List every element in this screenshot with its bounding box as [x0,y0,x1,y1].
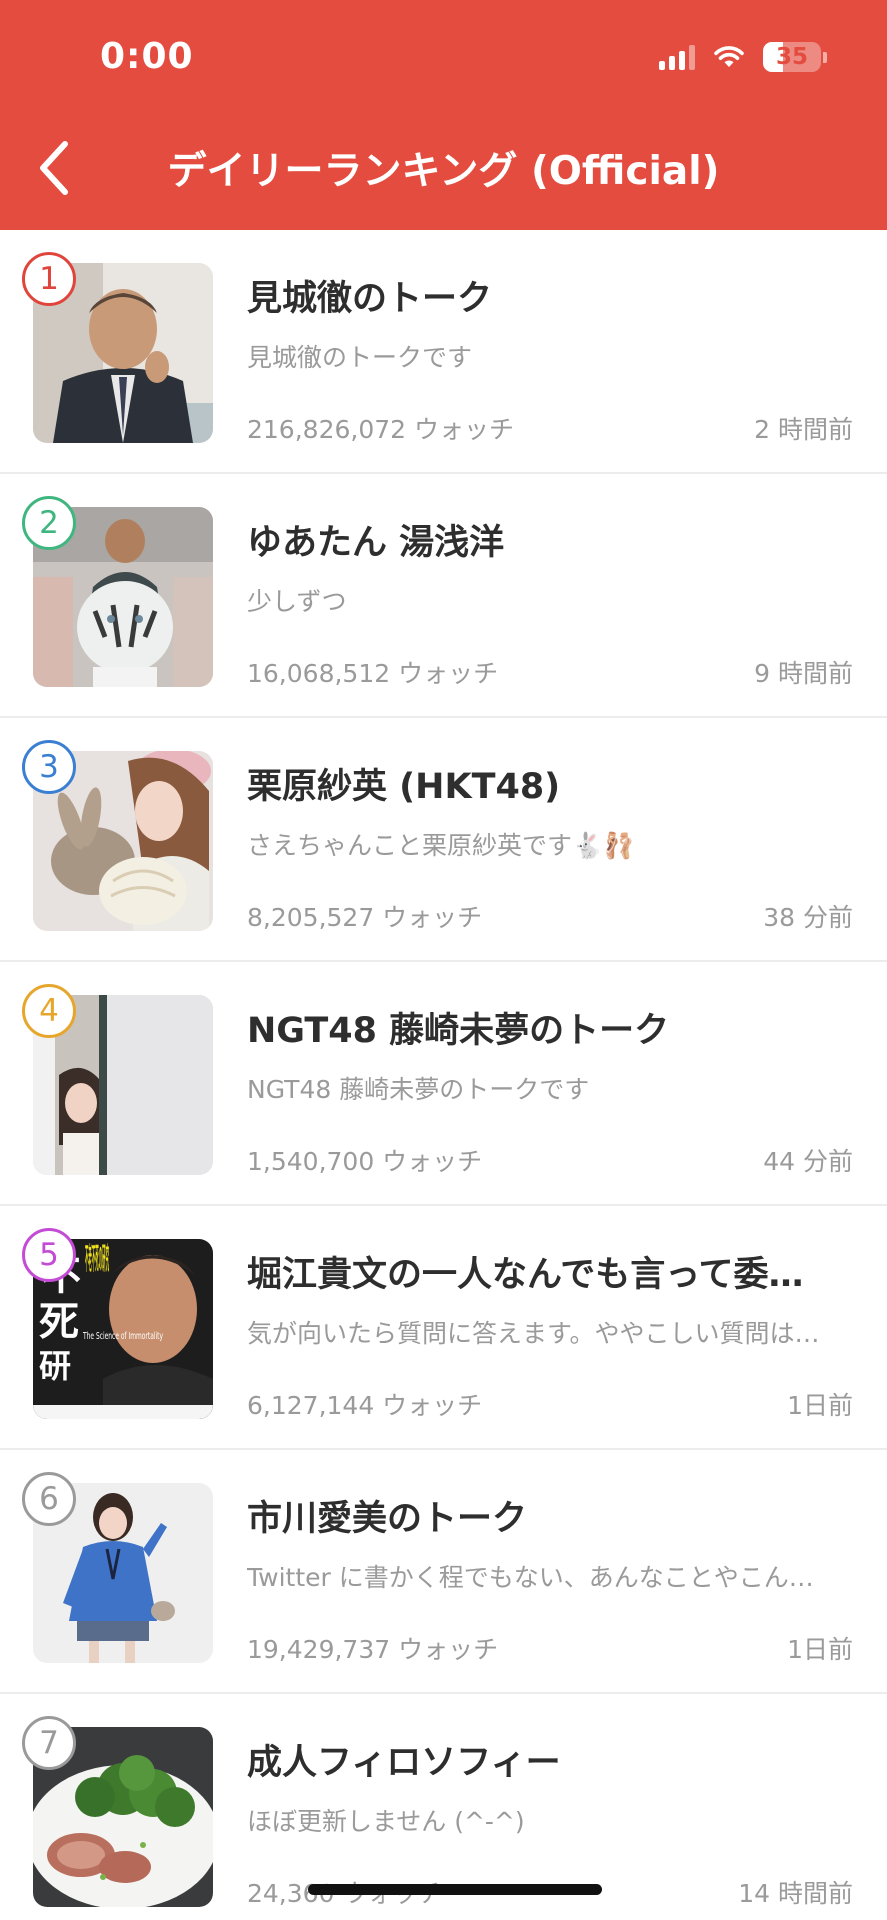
item-title: 市川愛美のトーク [247,1499,528,1539]
svg-text:研: 研 [39,1347,71,1385]
watch-count: 6,127,144 ウォッチ [247,1391,483,1420]
rank-badge: 5 [22,1228,76,1282]
item-description: Twitter に書かく程でもない、あんなことやこん… [247,1563,814,1592]
cellular-signal-icon [659,44,695,70]
updated-time: 38 分前 [763,903,853,932]
item-description: 気が向いたら質問に答えます。ややこしい質問は… [247,1319,820,1348]
rank-badge: 6 [22,1472,76,1526]
watch-count: 1,540,700 ウォッチ [247,1147,483,1176]
updated-time: 1日前 [787,1635,853,1664]
ranking-item[interactable]: 2 ゆあたん 湯浅洋 少しずつ 16,068,512 ウォッチ 9 時間前 [0,474,887,718]
status-time: 0:00 [100,36,194,77]
rank-badge: 4 [22,984,76,1038]
item-description: NGT48 藤崎未夢のトークです [247,1075,590,1104]
item-title: ゆあたん 湯浅洋 [247,523,505,563]
item-title: 堀江貴文の一人なんでも言って委… [247,1255,804,1295]
ranking-item[interactable]: 不老不死の研究 不 死 研 The Science of Immortality… [0,1206,887,1450]
app-header: 0:00 35 デイリーランキング (Official) [0,0,887,230]
watch-count: 16,068,512 ウォッチ [247,659,499,688]
updated-time: 14 時間前 [738,1879,853,1908]
book-title-accent: 不老不死の研究 [85,1242,109,1277]
item-description: 見城徹のトークです [247,343,473,372]
rank-badge: 7 [22,1716,76,1770]
wifi-icon [714,46,744,67]
item-title: NGT48 藤崎未夢のトーク [247,1011,670,1051]
watch-count: 216,826,072 ウォッチ [247,415,514,444]
battery-percentage: 35 [775,44,808,70]
item-description: 少しずつ [247,587,347,616]
svg-text:死: 死 [39,1298,79,1345]
item-description: ほぼ更新しません (^-^) [247,1807,525,1836]
watch-count: 19,429,737 ウォッチ [247,1635,499,1664]
item-title: 成人フィロソフィー [247,1743,561,1783]
ranking-list: 1 見城徹のトーク 見城徹のトークです 216,826,072 ウォッチ 2 時… [0,230,887,1920]
rank-badge: 1 [22,252,76,306]
item-title: 栗原紗英 (HKT48) [247,767,561,807]
ranking-item[interactable]: 4 NGT48 藤崎未夢のトーク NGT48 藤崎未夢のトークです 1,540,… [0,962,887,1206]
rank-badge: 3 [22,740,76,794]
updated-time: 2 時間前 [754,415,853,444]
updated-time: 1日前 [787,1391,853,1420]
ranking-item[interactable]: 1 見城徹のトーク 見城徹のトークです 216,826,072 ウォッチ 2 時… [0,230,887,474]
ranking-item[interactable]: 3 栗原紗英 (HKT48) さえちゃんこと栗原紗英です🐇🩰 8,205,527… [0,718,887,962]
watch-count: 8,205,527 ウォッチ [247,903,483,932]
rank-badge: 2 [22,496,76,550]
book-subtitle: The Science of Immortality [82,1331,163,1342]
battery-icon: 35 [763,42,827,72]
status-icons: 35 [659,42,827,72]
ranking-item[interactable]: 6 市川愛美のトーク Twitter に書かく程でもない、あんなことやこん… 1… [0,1450,887,1694]
updated-time: 44 分前 [763,1147,853,1176]
page-title: デイリーランキング (Official) [167,149,720,194]
home-indicator [308,1884,602,1895]
item-description: さえちゃんこと栗原紗英です🐇🩰 [247,831,635,860]
updated-time: 9 時間前 [754,659,853,688]
item-title: 見城徹のトーク [247,279,493,319]
